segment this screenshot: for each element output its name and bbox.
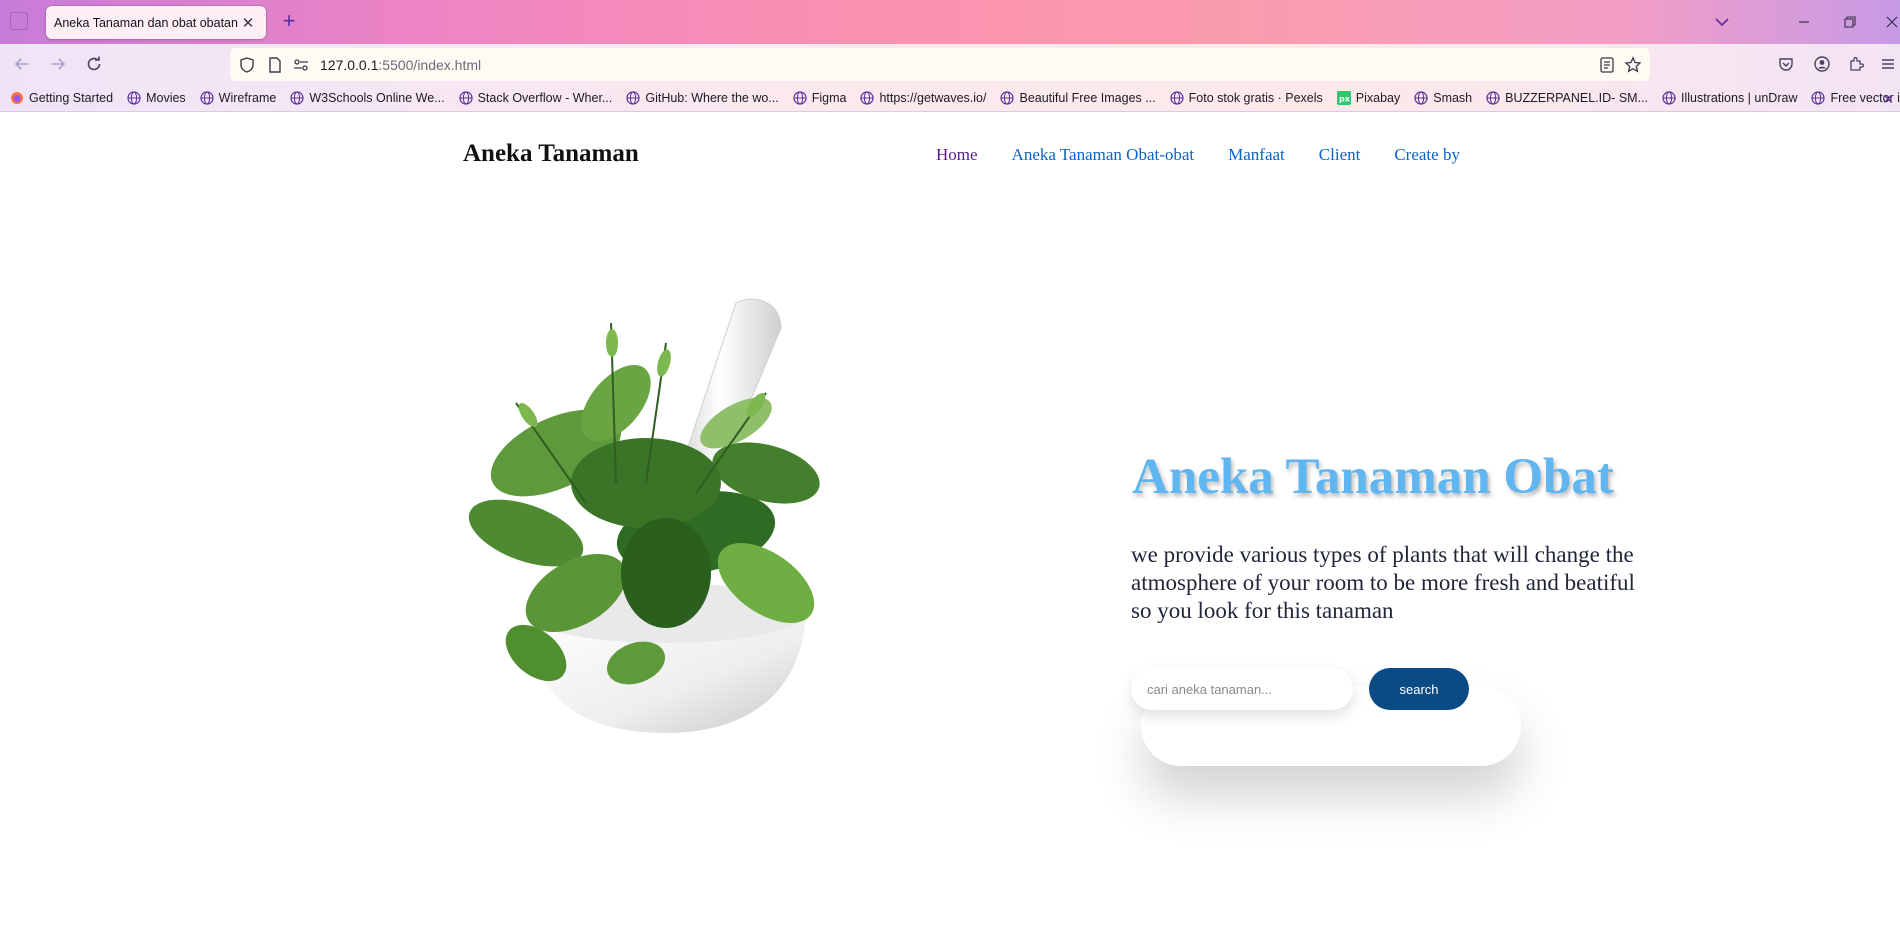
globe-icon xyxy=(458,91,473,105)
url-path: :5500/index.html xyxy=(378,57,482,73)
app-menu-icon[interactable] xyxy=(1878,54,1898,74)
bookmark-label: W3Schools Online We... xyxy=(309,91,445,105)
bookmark-item[interactable]: GitHub: Where the wo... xyxy=(626,91,779,105)
bookmark-item[interactable]: https://getwaves.io/ xyxy=(860,91,986,105)
bookmark-item[interactable]: Beautiful Free Images ... xyxy=(1000,91,1156,105)
url-text[interactable]: 127.0.0.1:5500/index.html xyxy=(320,57,481,73)
web-page: Aneka Tanaman Home Aneka Tanaman Obat-ob… xyxy=(0,113,1900,939)
bookmark-item[interactable]: Foto stok gratis · Pexels xyxy=(1170,91,1323,105)
bookmark-item[interactable]: Movies xyxy=(127,91,186,105)
search-button[interactable]: search xyxy=(1369,668,1469,710)
tab-title: Aneka Tanaman dan obat obatan xyxy=(54,15,238,30)
hero-description: we provide various types of plants that … xyxy=(1131,542,1635,623)
bookmark-label: Foto stok gratis · Pexels xyxy=(1188,91,1323,105)
bookmark-item[interactable]: BUZZERPANEL.ID- SM... xyxy=(1486,91,1648,105)
globe-icon xyxy=(1662,91,1676,105)
browser-tab-bar: Aneka Tanaman dan obat obatan ✕ + xyxy=(0,0,1900,44)
bookmark-star-icon[interactable] xyxy=(1624,56,1642,74)
browser-toolbar: 127.0.0.1:5500/index.html xyxy=(0,44,1900,85)
pocket-icon[interactable] xyxy=(1776,54,1796,74)
reload-icon[interactable] xyxy=(84,54,104,74)
globe-icon xyxy=(200,91,214,105)
site-nav: Home Aneka Tanaman Obat-obat Manfaat Cli… xyxy=(936,145,1460,165)
search-form: search xyxy=(1131,668,1471,728)
bookmark-label: GitHub: Where the wo... xyxy=(645,91,779,105)
address-bar[interactable]: 127.0.0.1:5500/index.html xyxy=(230,48,1650,81)
globe-icon xyxy=(290,91,304,105)
close-tab-icon[interactable]: ✕ xyxy=(240,15,256,32)
nav-link-create-by[interactable]: Create by xyxy=(1394,145,1460,165)
account-icon[interactable] xyxy=(1812,54,1832,74)
globe-icon xyxy=(626,91,640,105)
bookmark-label: Beautiful Free Images ... xyxy=(1019,91,1156,105)
tab-list-icon[interactable] xyxy=(10,12,28,30)
pixabay-icon: px xyxy=(1336,91,1351,105)
bookmark-item[interactable]: Illustrations | unDraw xyxy=(1662,91,1798,105)
bookmark-label: Figma xyxy=(811,91,847,105)
bookmark-item[interactable]: px Pixabay xyxy=(1336,91,1401,105)
page-icon[interactable] xyxy=(266,56,284,74)
chevron-down-icon[interactable] xyxy=(1712,12,1732,32)
bookmark-item[interactable]: Getting Started xyxy=(10,91,113,105)
bookmark-label: Movies xyxy=(146,91,186,105)
hero-title: Aneka Tanaman Obat xyxy=(1132,449,1614,505)
new-tab-icon[interactable]: + xyxy=(278,10,300,32)
bookmarks-overflow-icon[interactable]: ✕ xyxy=(1882,91,1894,108)
site-brand[interactable]: Aneka Tanaman xyxy=(463,140,639,168)
restore-window-icon[interactable] xyxy=(1838,10,1862,34)
bookmark-item[interactable]: Wireframe xyxy=(200,91,277,105)
permissions-icon[interactable] xyxy=(292,56,310,74)
bookmark-item[interactable]: Stack Overflow - Wher... xyxy=(458,91,613,105)
forward-arrow-icon[interactable] xyxy=(48,54,68,74)
bookmark-label: https://getwaves.io/ xyxy=(879,91,987,105)
firefox-icon xyxy=(11,92,23,104)
bookmark-item[interactable]: Smash xyxy=(1414,91,1472,105)
shield-icon[interactable] xyxy=(238,56,256,74)
globe-icon xyxy=(793,91,807,105)
bookmark-label: Stack Overflow - Wher... xyxy=(477,91,613,105)
bookmark-label: Illustrations | unDraw xyxy=(1680,91,1798,105)
bookmark-label: Getting Started xyxy=(29,91,114,105)
search-input[interactable] xyxy=(1131,668,1353,710)
nav-link-client[interactable]: Client xyxy=(1319,145,1361,165)
nav-link-home[interactable]: Home xyxy=(936,145,978,165)
globe-icon xyxy=(1000,91,1015,105)
bookmark-label: Wireframe xyxy=(218,91,277,105)
close-window-icon[interactable] xyxy=(1880,10,1900,34)
globe-icon xyxy=(860,91,875,105)
minimize-window-icon[interactable] xyxy=(1792,10,1816,34)
globe-icon xyxy=(1414,91,1428,105)
url-host: 127.0.0.1 xyxy=(320,57,379,73)
back-arrow-icon[interactable] xyxy=(12,54,32,74)
nav-link-aneka-tanaman[interactable]: Aneka Tanaman Obat-obat xyxy=(1012,145,1195,165)
globe-icon xyxy=(1486,91,1500,105)
bookmark-label: Pixabay xyxy=(1355,91,1401,105)
extensions-icon[interactable] xyxy=(1846,54,1866,74)
svg-text:px: px xyxy=(1339,95,1351,104)
bookmark-item[interactable]: W3Schools Online We... xyxy=(290,91,445,105)
bookmark-label: BUZZERPANEL.ID- SM... xyxy=(1505,91,1648,105)
globe-icon xyxy=(1811,91,1826,105)
bookmark-label: Smash xyxy=(1433,91,1473,105)
browser-tab-active[interactable]: Aneka Tanaman dan obat obatan ✕ xyxy=(46,6,266,39)
globe-icon xyxy=(127,91,141,105)
globe-icon xyxy=(1170,91,1184,105)
nav-link-manfaat[interactable]: Manfaat xyxy=(1228,145,1285,165)
reader-view-icon[interactable] xyxy=(1598,56,1616,74)
bookmark-item[interactable]: Figma xyxy=(793,91,847,105)
bookmarks-toolbar: Getting Started Movies Wireframe W3Schoo… xyxy=(0,85,1900,112)
herbs-mortar-image xyxy=(468,298,820,733)
